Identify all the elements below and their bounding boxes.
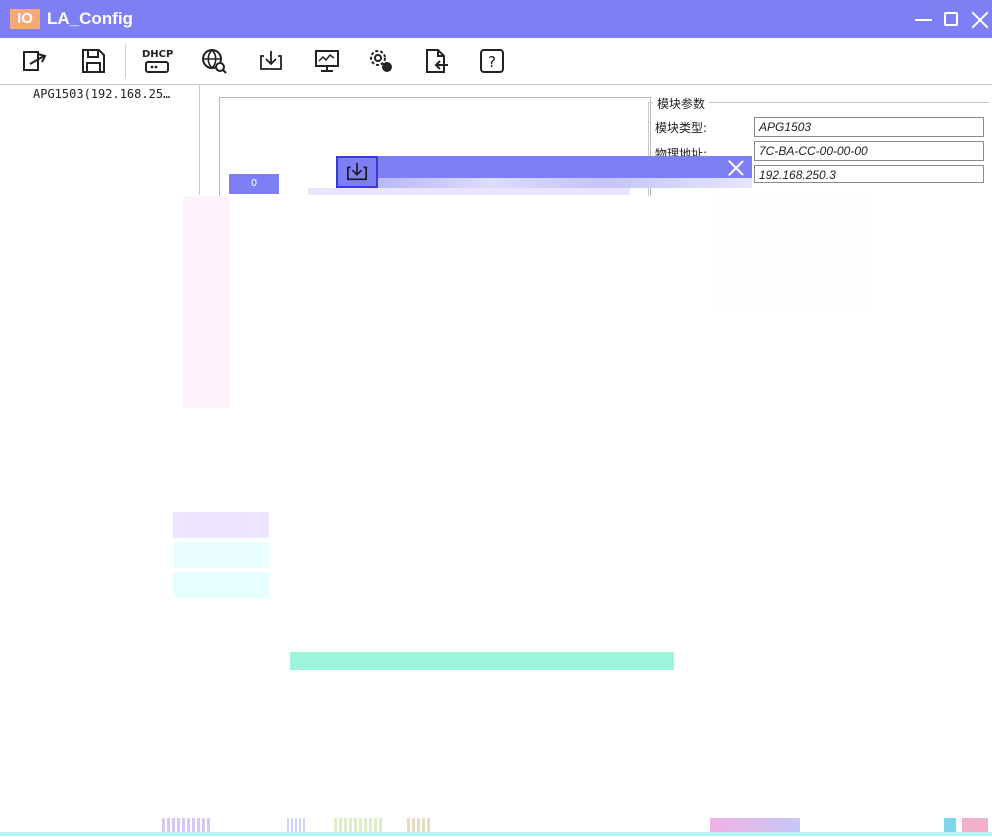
minimize-icon[interactable] — [915, 9, 933, 27]
download-dialog-content — [378, 178, 752, 188]
status-artifact — [962, 818, 988, 832]
module-params-title: 模块参数 — [653, 95, 710, 112]
scan-devices-button[interactable] — [20, 46, 50, 76]
help-button[interactable]: ? — [477, 46, 507, 76]
dhcp-button[interactable]: DHCP — [142, 46, 174, 76]
app-logo: IO — [10, 9, 40, 29]
maximize-icon[interactable] — [944, 12, 958, 26]
status-artifact — [407, 818, 431, 832]
download-dialog-icon — [336, 156, 378, 188]
settings-button[interactable] — [366, 46, 396, 76]
help-question-mark: ? — [488, 53, 496, 71]
table-row[interactable] — [173, 542, 269, 568]
download-dialog-titlebar — [336, 156, 752, 178]
table-row[interactable] — [173, 572, 269, 598]
scan-devices-icon — [23, 51, 47, 71]
help-icon: ? — [480, 49, 504, 73]
status-artifact — [162, 818, 212, 832]
status-artifact — [944, 818, 956, 832]
ip-address-field[interactable]: 192.168.250.3 — [754, 165, 984, 183]
save-button[interactable] — [78, 46, 108, 76]
globe-search-icon — [202, 49, 227, 74]
channel-indicator: 0 — [229, 174, 279, 194]
download-progress-bar — [290, 652, 674, 670]
toolbar: DHCP ? — [0, 38, 992, 85]
tree-item-device[interactable]: APG1503(192.168.25… — [33, 87, 170, 101]
download-icon — [347, 162, 367, 181]
monitor-button[interactable] — [312, 46, 342, 76]
device-tree: APG1503(192.168.25… — [0, 85, 200, 195]
gear-icon — [370, 50, 392, 72]
download-icon — [260, 51, 282, 70]
mac-address-field[interactable]: 7C-BA-CC-00-00-00 — [754, 141, 984, 161]
import-button[interactable] — [421, 46, 451, 76]
status-artifact — [287, 818, 307, 832]
file-import-icon — [426, 49, 448, 73]
close-icon[interactable] — [970, 10, 990, 30]
status-artifact — [710, 818, 800, 832]
monitor-chart-icon — [315, 50, 339, 72]
dialog-close-icon[interactable] — [728, 160, 744, 176]
download-dialog-content-lower — [308, 188, 630, 195]
window-title: LA_Config — [47, 9, 133, 28]
channel-list-column — [183, 196, 229, 408]
title-bar: IO LA_Config — [0, 0, 992, 38]
dhcp-label: DHCP — [142, 49, 174, 60]
module-type-field[interactable]: APG1503 — [754, 117, 984, 137]
status-artifact — [334, 818, 382, 832]
status-bar — [0, 832, 992, 836]
save-icon — [82, 49, 105, 73]
module-type-label: 模块类型: — [655, 121, 708, 135]
params-faded-area — [712, 196, 872, 306]
toolbar-separator — [125, 44, 126, 78]
download-button[interactable] — [256, 46, 286, 76]
table-header — [173, 512, 269, 538]
network-search-button[interactable] — [199, 46, 229, 76]
